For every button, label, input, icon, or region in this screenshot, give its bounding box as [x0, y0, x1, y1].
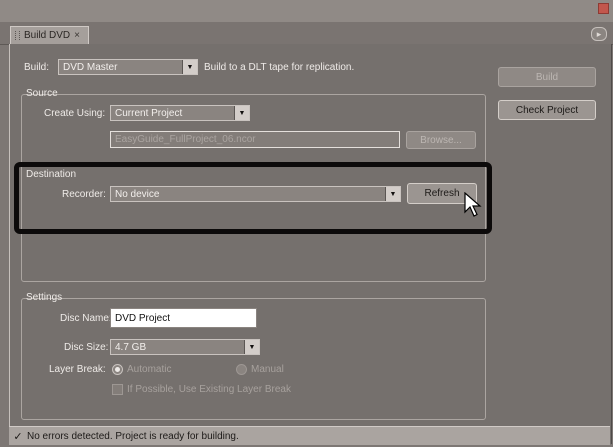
- settings-title: Settings: [26, 292, 63, 303]
- automatic-label: Automatic: [127, 364, 172, 375]
- browse-button[interactable]: Browse...: [406, 131, 476, 149]
- build-type-select[interactable]: DVD Master ▼: [58, 59, 198, 75]
- build-description: Build to a DLT tape for replication.: [204, 62, 355, 73]
- app-close-icon[interactable]: [598, 3, 609, 14]
- disc-size-label: Disc Size:: [64, 342, 109, 353]
- automatic-radio[interactable]: [112, 364, 123, 375]
- panel-tab-row: Build DVD × ▸: [0, 22, 613, 45]
- project-path-field[interactable]: EasyGuide_FullProject_06.ncor: [110, 131, 400, 148]
- chevron-down-icon: ▼: [182, 60, 197, 74]
- tab-close-icon[interactable]: ×: [74, 30, 80, 41]
- disc-size-select[interactable]: 4.7 GB ▼: [110, 339, 260, 355]
- layer-break-manual-option[interactable]: Manual: [236, 364, 284, 375]
- create-using-select[interactable]: Current Project ▼: [110, 105, 250, 121]
- layer-break-label: Layer Break:: [49, 364, 106, 375]
- destination-highlight-box: [14, 162, 492, 234]
- tab-build-dvd[interactable]: Build DVD ×: [10, 26, 89, 44]
- manual-radio[interactable]: [236, 364, 247, 375]
- checkmark-icon: ✓: [13, 430, 23, 443]
- use-existing-checkbox[interactable]: [112, 384, 123, 395]
- panel-menu-icon[interactable]: ▸: [591, 27, 607, 41]
- disc-name-input[interactable]: DVD Project: [110, 308, 257, 328]
- layer-break-automatic-option[interactable]: Automatic: [112, 364, 171, 375]
- tab-label: Build DVD: [24, 30, 71, 41]
- status-bar: ✓ No errors detected. Project is ready f…: [9, 426, 610, 445]
- application-top-bar: [0, 0, 613, 23]
- check-project-button[interactable]: Check Project: [498, 100, 596, 120]
- build-button[interactable]: Build: [498, 67, 596, 87]
- build-type-value: DVD Master: [63, 61, 118, 73]
- build-label: Build:: [24, 62, 50, 73]
- manual-label: Manual: [251, 364, 284, 375]
- chevron-down-icon: ▼: [244, 340, 259, 354]
- disc-size-value: 4.7 GB: [115, 341, 147, 353]
- use-existing-layer-break-option[interactable]: If Possible, Use Existing Layer Break: [112, 384, 291, 395]
- status-message: No errors detected. Project is ready for…: [27, 430, 239, 442]
- disc-name-label: Disc Name:: [60, 313, 112, 324]
- tab-grip-icon[interactable]: [15, 31, 20, 40]
- source-title: Source: [26, 88, 58, 99]
- create-using-label: Create Using:: [44, 108, 106, 119]
- create-using-value: Current Project: [115, 107, 183, 119]
- use-existing-label: If Possible, Use Existing Layer Break: [127, 384, 291, 395]
- chevron-down-icon: ▼: [234, 106, 249, 120]
